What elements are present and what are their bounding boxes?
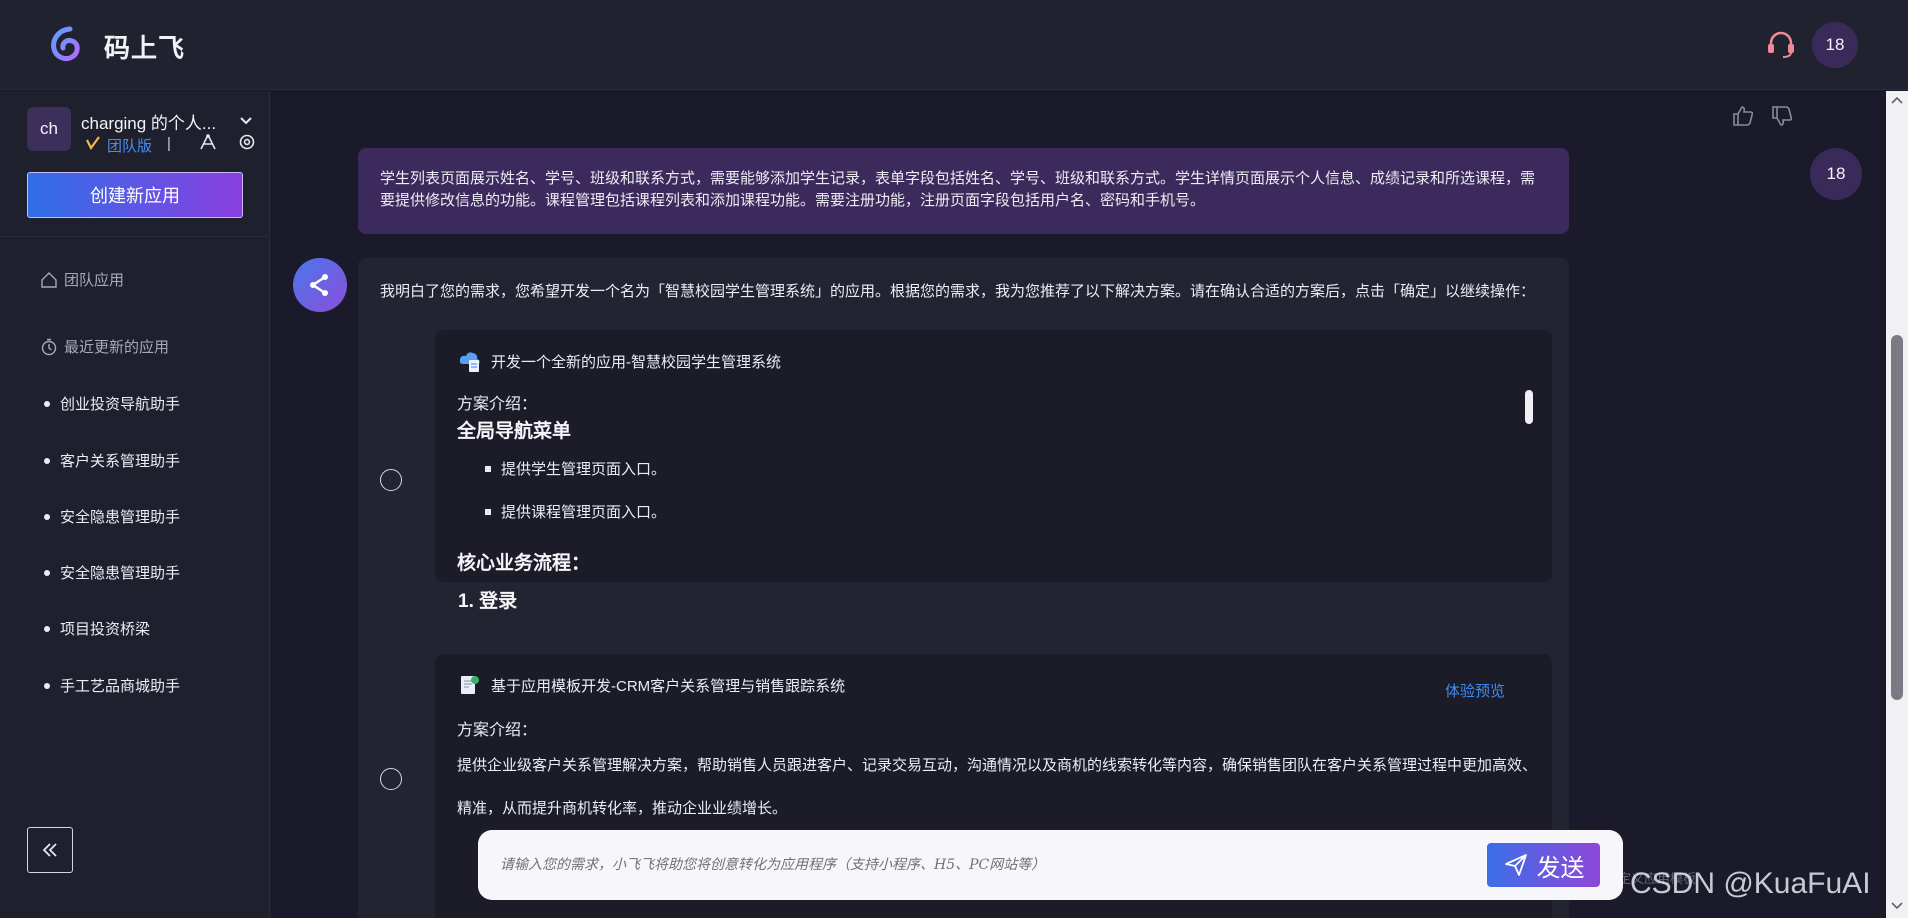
bullet — [44, 625, 50, 632]
collapse-sidebar-button[interactable] — [27, 827, 73, 873]
option-1-radio[interactable] — [380, 469, 402, 491]
settings-icon[interactable] — [238, 133, 256, 151]
bullet — [44, 682, 50, 689]
user-avatar[interactable]: 18 — [1812, 22, 1858, 68]
list-item: 提供课程管理页面入口。 — [485, 501, 666, 522]
option-2-intro-label: 方案介绍： — [457, 722, 538, 739]
divider — [0, 236, 270, 237]
sidebar-app-item[interactable]: 项目投资桥梁 — [44, 618, 150, 639]
option-2-title: 基于应用模板开发-CRM客户关系管理与销售跟踪系统 — [491, 677, 846, 695]
team-edition[interactable]: 团队版 — [107, 135, 152, 156]
bullet — [44, 569, 50, 576]
sidebar-section-label: 团队应用 — [64, 272, 125, 289]
option-card-1[interactable]: 开发一个全新的应用-智慧校园学生管理系统 方案介绍： 全局导航菜单 提供学生管理… — [435, 330, 1552, 582]
preview-link[interactable]: 体验预览 — [1445, 680, 1505, 701]
sidebar-app-item[interactable]: 安全隐患管理助手 — [44, 506, 180, 527]
list-item-text: 提供课程管理页面入口。 — [501, 504, 667, 521]
sidebar: ch charging 的个人... 团队版 | 创建新应用 团队应用 最近更新… — [0, 91, 270, 918]
option-1-title: 开发一个全新的应用-智慧校园学生管理系统 — [491, 353, 781, 371]
chat-input-bar: 发送 — [478, 830, 1623, 900]
option-2-radio[interactable] — [380, 768, 402, 790]
option-2-description: 提供企业级客户关系管理解决方案，帮助销售人员跟进客户、记录交易互动，沟通情况以及… — [457, 757, 1538, 817]
watermark: CSDN @KuaFuAI — [1630, 867, 1871, 900]
sidebar-app-label: 安全隐患管理助手 — [60, 509, 181, 526]
sidebar-app-label: 项目投资桥梁 — [60, 621, 151, 638]
chat-input[interactable] — [500, 852, 1400, 878]
bullet — [44, 457, 50, 464]
send-icon — [1504, 854, 1527, 876]
list-item: 提供学生管理页面入口。 — [485, 458, 666, 479]
user-message: 学生列表页面展示姓名、学号、班级和联系方式，需要能够添加学生记录，表单字段包括姓… — [358, 148, 1569, 234]
sidebar-app-item[interactable]: 安全隐患管理助手 — [44, 562, 180, 583]
sidebar-app-label: 创业投资导航助手 — [60, 396, 181, 413]
thumb-down-icon[interactable] — [1770, 104, 1794, 128]
scroll-up-icon[interactable] — [1889, 94, 1905, 106]
double-chevron-left-icon — [42, 843, 57, 857]
option-2-title-row: 基于应用模板开发-CRM客户关系管理与销售跟踪系统 — [457, 672, 845, 698]
bullet — [485, 465, 491, 472]
logo-icon[interactable] — [48, 26, 84, 62]
sidebar-app-label: 客户关系管理助手 — [60, 453, 181, 470]
sidebar-item-team-apps[interactable]: 团队应用 — [40, 269, 124, 290]
send-label: 发送 — [1536, 854, 1585, 882]
sidebar-app-label: 安全隐患管理助手 — [60, 565, 181, 582]
sidebar-app-item[interactable]: 创业投资导航助手 — [44, 393, 180, 414]
sidebar-app-label: 手工艺品商城助手 — [60, 678, 181, 695]
option-1-step-heading: 1. 登录 — [458, 591, 518, 612]
sidebar-item-recent-apps[interactable]: 最近更新的应用 — [40, 336, 169, 357]
bullet — [485, 508, 491, 515]
top-bar: 码上飞 18 — [0, 0, 1908, 90]
scroll-down-icon[interactable] — [1889, 900, 1905, 912]
option-1-subheading: 核心业务流程： — [457, 553, 591, 574]
option-1-intro-label: 方案介绍： — [457, 396, 538, 413]
headset-icon[interactable] — [1764, 28, 1798, 62]
share-icon — [310, 274, 328, 296]
separator: | — [167, 135, 171, 152]
chevron-down-icon[interactable] — [238, 113, 254, 129]
template-doc-icon — [461, 676, 479, 694]
sidebar-app-item[interactable]: 客户关系管理助手 — [44, 450, 180, 471]
check-badge-icon — [86, 136, 100, 150]
option-1-title-row: 开发一个全新的应用-智慧校园学生管理系统 — [457, 348, 781, 374]
bot-avatar — [293, 258, 347, 312]
bot-intro-text: 我明白了您的需求，您希望开发一个名为「智慧校园学生管理系统」的应用。根据您的需求… — [380, 283, 1536, 300]
bot-message: 我明白了您的需求，您希望开发一个名为「智慧校园学生管理系统」的应用。根据您的需求… — [358, 258, 1569, 918]
home-icon — [41, 271, 57, 288]
page-scrollbar-thumb[interactable] — [1891, 335, 1903, 700]
list-item-text: 提供学生管理页面入口。 — [501, 461, 667, 478]
team-name[interactable]: charging 的个人... — [81, 109, 216, 134]
option-1-heading: 全局导航菜单 — [457, 421, 572, 442]
chat-area: 学生列表页面展示姓名、学号、班级和联系方式，需要能够添加学生记录，表单字段包括姓… — [271, 91, 1886, 918]
card-scrollbar[interactable] — [1525, 390, 1533, 424]
team-avatar[interactable]: ch — [27, 107, 71, 151]
sidebar-section-label: 最近更新的应用 — [64, 339, 170, 356]
brand-name: 码上飞 — [104, 33, 186, 63]
sidebar-app-item[interactable]: 手工艺品商城助手 — [44, 675, 180, 696]
send-button[interactable]: 发送 — [1487, 843, 1600, 887]
thumb-up-icon[interactable] — [1731, 104, 1755, 128]
bullet — [44, 400, 50, 407]
create-app-button[interactable]: 创建新应用 — [27, 172, 243, 218]
clock-icon — [41, 338, 57, 355]
bullet — [44, 513, 50, 520]
cloud-doc-icon — [459, 352, 480, 372]
user-message-avatar: 18 — [1810, 148, 1862, 200]
team-members-icon[interactable] — [199, 133, 217, 151]
